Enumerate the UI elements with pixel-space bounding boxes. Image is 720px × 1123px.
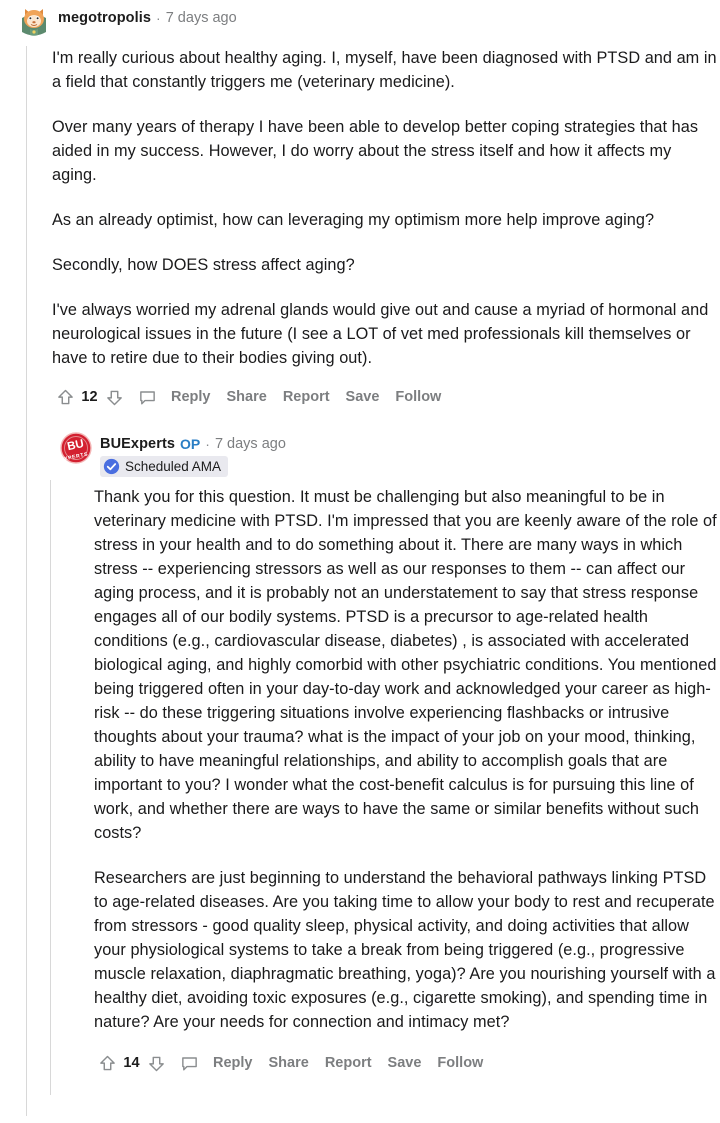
comment-body: Thank you for this question. It must be … [60,477,720,1034]
share-button[interactable]: Share [219,386,275,408]
thread-line-level-0[interactable] [26,46,27,1116]
avatar[interactable]: BU XPERTS [60,432,92,464]
comment-paragraph: Researchers are just beginning to unders… [94,869,716,1031]
follow-button[interactable]: Follow [387,386,449,408]
user-flair[interactable]: Scheduled AMA [100,456,229,477]
reply-button[interactable]: Reply [163,386,219,408]
vote-group: 12 [52,384,127,410]
comment-paragraph: Over many years of therapy I have been a… [52,118,699,184]
comment-action-bar: 12 Reply Share Report Save Follow [18,370,720,410]
bu-experts-logo-icon: BU XPERTS [60,432,92,464]
vote-count: 12 [81,389,98,405]
report-button[interactable]: Report [317,1052,380,1074]
upvote-arrow-icon [99,1055,115,1070]
flair-label: Scheduled AMA [125,459,222,474]
downvote-button[interactable] [143,1050,169,1076]
comment-paragraph: Thank you for this question. It must be … [94,488,717,842]
comment-header: BU XPERTS BUExperts OP · 7 days ago Sche… [60,432,720,477]
comment-bubble-icon [181,1056,197,1070]
timestamp: 7 days ago [165,10,237,26]
header-text: megotropolis · 7 days ago [58,6,237,27]
vote-group: 14 [94,1050,169,1076]
comment-paragraph: I've always worried my adrenal glands wo… [52,301,709,367]
avatar[interactable] [18,6,50,38]
comment-bubble-icon [139,390,155,404]
author-name[interactable]: BUExperts [100,436,175,453]
timestamp: 7 days ago [214,436,286,452]
comment-paragraph: As an already optimist, how can leveragi… [52,211,655,229]
comment-thread: megotropolis · 7 days ago I'm really cur… [0,0,720,1116]
downvote-arrow-icon [148,1056,164,1071]
comment-paragraph: Secondly, how DOES stress affect aging? [52,256,355,274]
comment-button[interactable] [175,1050,203,1076]
downvote-button[interactable] [101,384,127,410]
thread-line-level-1[interactable] [50,480,51,1095]
downvote-arrow-icon [106,390,122,405]
comment-buexperts: BU XPERTS BUExperts OP · 7 days ago Sche… [18,432,720,1095]
verified-check-icon [103,458,120,475]
reply-button[interactable]: Reply [205,1052,261,1074]
comment-body: I'm really curious about healthy aging. … [18,38,720,370]
author-row: BUExperts OP · 7 days ago [100,436,286,453]
follow-button[interactable]: Follow [429,1052,491,1074]
comment-action-bar: 14 Reply Share Report Save Follow [60,1034,720,1076]
op-badge: OP [180,436,201,452]
separator: · [205,436,210,452]
comment-header: megotropolis · 7 days ago [18,6,720,38]
upvote-arrow-icon [57,389,73,404]
save-button[interactable]: Save [338,386,388,408]
comment-paragraph: I'm really curious about healthy aging. … [52,49,717,91]
separator: · [156,10,161,26]
comment-megotropolis: megotropolis · 7 days ago I'm really cur… [0,6,720,1116]
upvote-button[interactable] [94,1050,120,1076]
share-button[interactable]: Share [261,1052,317,1074]
author-name[interactable]: megotropolis [58,10,151,27]
author-row: megotropolis · 7 days ago [58,10,237,27]
header-text: BUExperts OP · 7 days ago Scheduled AMA [100,432,286,477]
save-button[interactable]: Save [380,1052,430,1074]
upvote-button[interactable] [52,384,78,410]
snoo-avatar-icon [18,6,50,38]
vote-count: 14 [123,1055,140,1071]
report-button[interactable]: Report [275,386,338,408]
comment-button[interactable] [133,384,161,410]
